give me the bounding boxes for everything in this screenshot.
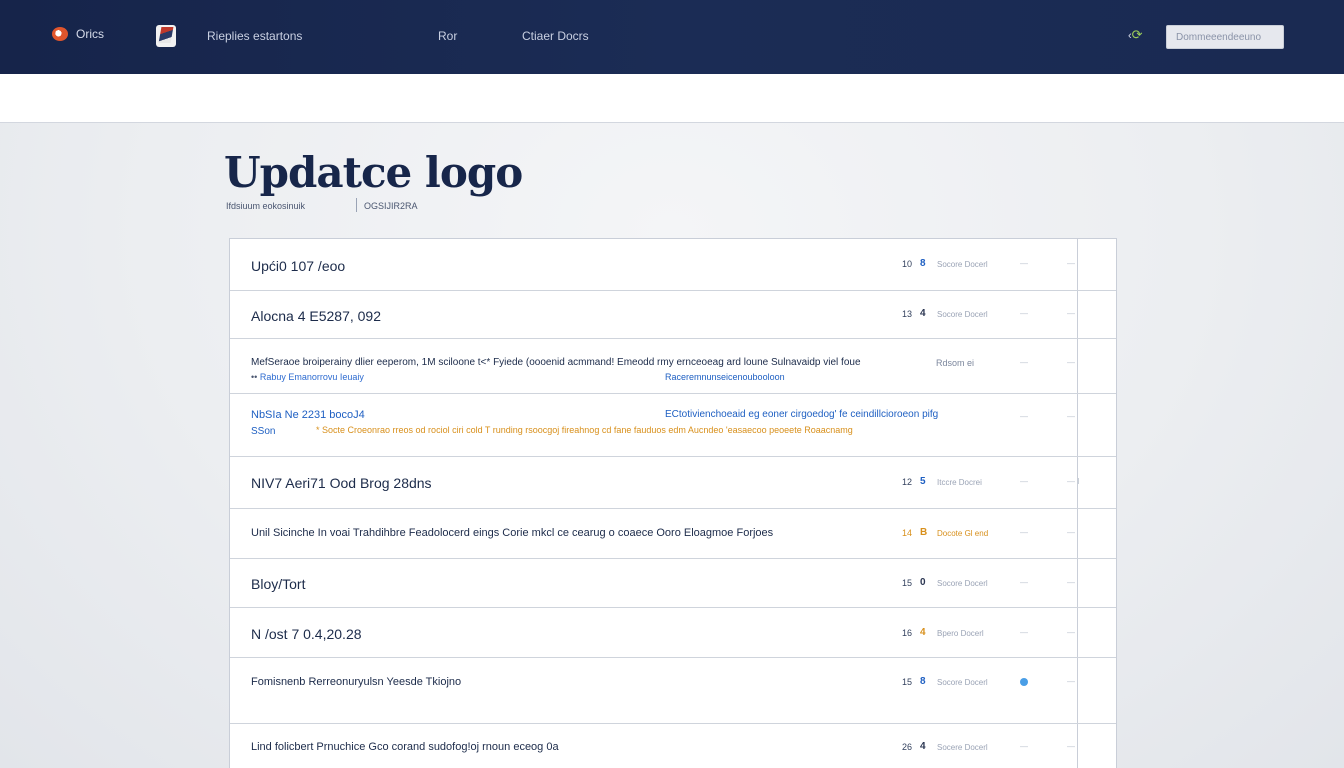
row-title: Bloy/Tort xyxy=(251,576,306,592)
row-version: 4 xyxy=(920,627,926,638)
row-description: MefSeraoe broiperainy dlier eeperom, 1M … xyxy=(251,357,861,368)
page-meta-left: Ifdsiuum eokosinuik xyxy=(226,201,306,211)
refresh-icon[interactable]: ‹⟳ xyxy=(1128,27,1148,43)
nav-link-docs[interactable]: Ctiaer Docrs xyxy=(522,29,589,43)
row-status: Socore Docerl xyxy=(937,678,988,687)
row-number: 15 xyxy=(901,677,912,687)
brand[interactable]: Orics xyxy=(52,27,104,41)
row-menu[interactable]: — xyxy=(1067,528,1075,537)
row-version: 4 xyxy=(920,741,926,752)
row-menu[interactable]: — xyxy=(1067,309,1075,318)
brand-logo-icon xyxy=(52,27,68,41)
row-title-right[interactable]: ECtotivienchoeaid eg eoner cirgoedog' fe… xyxy=(665,409,938,420)
subtext-bullet: •• xyxy=(251,372,258,382)
brand-name: Orics xyxy=(76,27,104,41)
row-menu[interactable]: — xyxy=(1067,628,1075,637)
row-action[interactable]: — xyxy=(1020,358,1028,367)
table-row[interactable]: MefSeraoe broiperainy dlier eeperom, 1M … xyxy=(230,339,1116,394)
row-version: 4 xyxy=(920,308,926,319)
row-subtext: SSon xyxy=(251,426,276,437)
row-title: N /ost 7 0.4,20.28 xyxy=(251,626,362,642)
secondary-toolbar xyxy=(0,74,1344,123)
row-action[interactable]: — xyxy=(1020,259,1028,268)
page-meta-right: OGSIJIR2RA xyxy=(364,201,418,211)
table-row[interactable]: Fomisnenb Rerreonuryulsn Yeesde Tkiojno … xyxy=(230,658,1116,724)
table-row[interactable]: NbSIa Ne 2231 bocoJ4 ECtotivienchoeaid e… xyxy=(230,394,1116,457)
row-action[interactable]: — xyxy=(1020,742,1028,751)
row-menu[interactable]: — xyxy=(1067,412,1075,421)
row-number: 15 xyxy=(901,578,912,588)
meta-divider xyxy=(356,198,357,212)
row-title: Upći0 107 /eoo xyxy=(251,258,346,274)
row-title: Unil Sicinche In voai Trahdihbre Feadolo… xyxy=(251,527,774,539)
row-number: 13 xyxy=(901,309,912,319)
table-row[interactable]: Upći0 107 /eoo 10 8 Socore Docerl — — xyxy=(230,239,1116,291)
row-subtext: •• Rabuy Emanorrovu Ieuaiy xyxy=(251,372,364,382)
row-subtext-link[interactable]: Rabuy Emanorrovu Ieuaiy xyxy=(260,372,364,382)
table-row[interactable]: Unil Sicinche In voai Trahdihbre Feadolo… xyxy=(230,509,1116,559)
row-action[interactable]: — xyxy=(1020,412,1028,421)
row-number: 16 xyxy=(901,628,912,638)
row-menu[interactable]: — xyxy=(1067,742,1075,751)
row-number: 12 xyxy=(901,477,912,487)
row-version: 0 xyxy=(920,577,926,588)
row-status: Itccre Docrei xyxy=(937,478,982,487)
row-action[interactable]: — xyxy=(1020,578,1028,587)
table-row[interactable]: Alocna 4 E5287, 092 13 4 Socore Docerl —… xyxy=(230,291,1116,339)
nav-link-releases[interactable]: Rieplies estartons xyxy=(207,29,302,43)
status-dot-icon xyxy=(1020,678,1028,686)
nav-link-ror[interactable]: Ror xyxy=(438,29,457,43)
row-status: Bpero Docerl xyxy=(937,629,984,638)
row-status: Docote Gl end xyxy=(937,529,989,538)
table-row[interactable]: NIV7 Aeri71 Ood Brog 28dns 12 5 Itccre D… xyxy=(230,457,1116,509)
table-row[interactable]: N /ost 7 0.4,20.28 16 4 Bpero Docerl — — xyxy=(230,608,1116,658)
row-title: NIV7 Aeri71 Ood Brog 28dns xyxy=(251,475,432,491)
row-action[interactable]: — xyxy=(1020,309,1028,318)
row-menu[interactable]: — xyxy=(1067,259,1075,268)
row-version: 5 xyxy=(920,476,926,487)
row-menu[interactable]: — xyxy=(1067,677,1075,686)
table-row[interactable]: Bloy/Tort 15 0 Socore Docerl — — xyxy=(230,559,1116,608)
row-description-tail: Rdsom ei xyxy=(936,358,975,368)
row-subtext-right[interactable]: Raceremnunseicenoubooloon xyxy=(665,372,785,382)
row-action[interactable]: — xyxy=(1020,477,1028,486)
row-action[interactable]: — xyxy=(1020,528,1028,537)
row-menu[interactable]: — xyxy=(1067,578,1075,587)
row-version: 8 xyxy=(920,676,926,687)
top-navigation-bar: Orics Rieplies estartons Ror Ctiaer Docr… xyxy=(0,0,1344,74)
row-menu[interactable]: — I xyxy=(1067,477,1079,486)
row-number: 14 xyxy=(901,528,912,538)
row-status: Socore Docerl xyxy=(937,579,988,588)
update-log-table: Upći0 107 /eoo 10 8 Socore Docerl — — Al… xyxy=(229,238,1117,768)
row-version: B xyxy=(920,527,928,538)
app-icon[interactable] xyxy=(156,25,176,47)
page-title: Updatce logo xyxy=(224,148,523,197)
row-title: Fomisnenb Rerreonuryulsn Yeesde Tkiojno xyxy=(251,676,462,688)
row-action[interactable]: — xyxy=(1020,628,1028,637)
row-version: 8 xyxy=(920,258,926,269)
row-warning-text: * Socte Croeonrao rreos od rociol ciri c… xyxy=(316,425,853,435)
row-title[interactable]: NbSIa Ne 2231 bocoJ4 xyxy=(251,409,365,421)
row-status: Socore Docerl xyxy=(937,310,988,319)
row-menu[interactable]: — xyxy=(1067,358,1075,367)
row-title: Alocna 4 E5287, 092 xyxy=(251,308,381,324)
search-input[interactable]: Dommeeendeeuno xyxy=(1166,25,1284,49)
table-row[interactable]: Lind folicbert Prnuchice Gco corand sudo… xyxy=(230,724,1116,768)
row-title: Lind folicbert Prnuchice Gco corand sudo… xyxy=(251,741,559,753)
row-status: Socere Docerl xyxy=(937,743,988,752)
row-number: 26 xyxy=(901,742,912,752)
row-status: Socore Docerl xyxy=(937,260,988,269)
row-number: 10 xyxy=(901,259,912,269)
